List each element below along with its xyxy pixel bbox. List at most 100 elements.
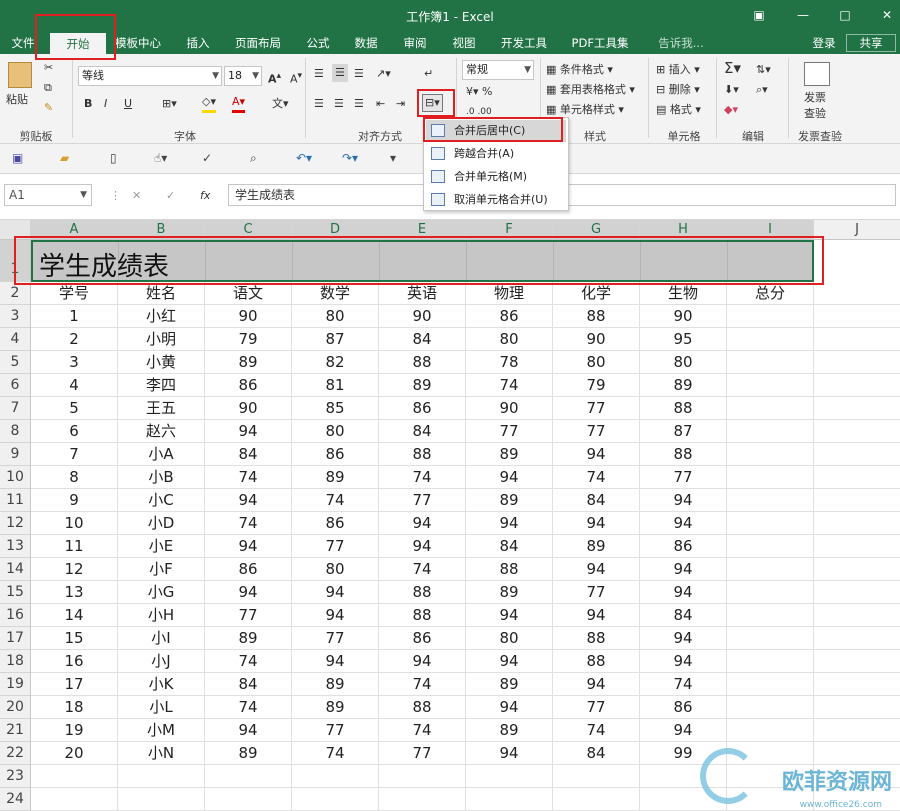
table-cell[interactable]: 94 xyxy=(466,742,553,765)
table-cell[interactable]: 88 xyxy=(379,443,466,466)
customize-qat-icon[interactable]: ▾ xyxy=(390,151,396,165)
row-header[interactable]: 23 xyxy=(0,765,31,788)
undo-icon[interactable]: ↶▾ xyxy=(296,151,312,165)
table-cell[interactable]: 94 xyxy=(205,420,292,443)
table-cell[interactable]: 82 xyxy=(292,351,379,374)
table-cell[interactable]: 89 xyxy=(205,627,292,650)
table-cell[interactable]: 80 xyxy=(292,420,379,443)
table-cell[interactable]: 86 xyxy=(640,696,727,719)
table-cell[interactable]: 84 xyxy=(553,742,640,765)
table-cell[interactable] xyxy=(814,489,900,512)
table-cell[interactable]: 94 xyxy=(379,535,466,558)
table-cell[interactable] xyxy=(727,374,814,397)
minimize-button[interactable]: — xyxy=(790,4,816,26)
table-cell[interactable]: 74 xyxy=(205,466,292,489)
table-cell[interactable]: 86 xyxy=(292,512,379,535)
currency-icon[interactable]: ¥▾ % xyxy=(466,84,492,100)
conditional-format-button[interactable]: ▦ 条件格式 ▾ xyxy=(546,62,613,78)
table-cell[interactable]: 74 xyxy=(640,673,727,696)
table-cell[interactable]: 89 xyxy=(466,489,553,512)
table-cell[interactable]: 学号 xyxy=(31,282,118,305)
table-cell[interactable]: 74 xyxy=(553,719,640,742)
table-cell[interactable]: 74 xyxy=(379,558,466,581)
row-header[interactable]: 15 xyxy=(0,581,31,604)
table-cell[interactable]: 95 xyxy=(640,328,727,351)
table-cell[interactable]: 94 xyxy=(553,604,640,627)
tell-me-search[interactable]: 告诉我... xyxy=(650,32,712,54)
maximize-button[interactable]: □ xyxy=(832,4,858,26)
table-cell[interactable]: 小M xyxy=(118,719,205,742)
table-cell[interactable]: 80 xyxy=(292,558,379,581)
table-cell[interactable]: 18 xyxy=(31,696,118,719)
table-cell[interactable]: 89 xyxy=(466,443,553,466)
table-cell[interactable]: 84 xyxy=(205,673,292,696)
table-cell[interactable] xyxy=(814,443,900,466)
table-cell[interactable]: 81 xyxy=(292,374,379,397)
table-cell[interactable]: 16 xyxy=(31,650,118,673)
table-cell[interactable] xyxy=(466,765,553,788)
table-cell[interactable] xyxy=(553,788,640,811)
paste-button[interactable]: 粘贴 xyxy=(6,92,28,108)
name-box[interactable]: A1 ▼ xyxy=(4,184,92,206)
row-header[interactable]: 22 xyxy=(0,742,31,765)
merge-across-item[interactable]: 跨越合并(A) xyxy=(426,143,566,165)
border-icon[interactable]: ⊞▾ xyxy=(162,96,177,112)
table-cell[interactable]: 94 xyxy=(640,558,727,581)
table-cell[interactable]: 语文 xyxy=(205,282,292,305)
insert-function-icon[interactable]: fx xyxy=(200,188,210,204)
table-cell[interactable]: 74 xyxy=(205,696,292,719)
table-cell[interactable]: 11 xyxy=(31,535,118,558)
table-cell[interactable]: 90 xyxy=(466,397,553,420)
align-bottom-icon[interactable]: ☰ xyxy=(354,66,364,82)
table-cell[interactable]: 94 xyxy=(379,650,466,673)
underline-button[interactable]: U xyxy=(124,96,132,112)
row-header[interactable]: 4 xyxy=(0,328,31,351)
table-cell[interactable]: 87 xyxy=(640,420,727,443)
table-cell[interactable]: 84 xyxy=(640,604,727,627)
table-cell[interactable]: 74 xyxy=(466,374,553,397)
table-cell[interactable]: 小L xyxy=(118,696,205,719)
table-cell[interactable]: 7 xyxy=(31,443,118,466)
table-cell[interactable]: 77 xyxy=(292,719,379,742)
table-cell[interactable]: 94 xyxy=(640,719,727,742)
table-cell[interactable]: 94 xyxy=(640,627,727,650)
invoice-check-icon[interactable] xyxy=(804,62,830,86)
table-cell[interactable]: 77 xyxy=(640,466,727,489)
table-cell[interactable] xyxy=(814,742,900,765)
table-cell[interactable]: 赵六 xyxy=(118,420,205,443)
table-cell[interactable]: 89 xyxy=(292,696,379,719)
table-cell[interactable] xyxy=(727,466,814,489)
table-cell[interactable]: 89 xyxy=(553,535,640,558)
table-cell[interactable]: 90 xyxy=(205,305,292,328)
row-header[interactable]: 3 xyxy=(0,305,31,328)
table-cell[interactable] xyxy=(814,420,900,443)
paste-icon[interactable] xyxy=(8,62,32,88)
increase-font-icon[interactable]: A▴ xyxy=(268,68,281,88)
table-cell[interactable]: 86 xyxy=(379,397,466,420)
row-header[interactable]: 12 xyxy=(0,512,31,535)
row-header[interactable]: 16 xyxy=(0,604,31,627)
table-cell[interactable]: 74 xyxy=(292,742,379,765)
table-cell[interactable] xyxy=(205,788,292,811)
table-cell[interactable]: 94 xyxy=(553,443,640,466)
table-cell[interactable]: 6 xyxy=(31,420,118,443)
row-header[interactable]: 18 xyxy=(0,650,31,673)
table-cell[interactable] xyxy=(379,765,466,788)
table-cell[interactable]: 84 xyxy=(379,420,466,443)
unmerge-cells-item[interactable]: 取消单元格合并(U) xyxy=(426,189,566,211)
login-link[interactable]: 登录 xyxy=(806,32,842,54)
table-cell[interactable] xyxy=(118,765,205,788)
tab-data[interactable]: 数据 xyxy=(348,32,384,54)
table-cell[interactable]: 姓名 xyxy=(118,282,205,305)
fill-color-icon[interactable]: ◇▾ xyxy=(202,94,216,113)
font-size-select[interactable]: 18 ▼ xyxy=(224,66,262,86)
table-cell[interactable]: 小G xyxy=(118,581,205,604)
spellcheck-icon[interactable]: ✓ xyxy=(202,151,212,165)
table-cell[interactable] xyxy=(727,719,814,742)
table-cell[interactable]: 94 xyxy=(466,466,553,489)
row-header[interactable]: 5 xyxy=(0,351,31,374)
table-cell[interactable]: 5 xyxy=(31,397,118,420)
tab-review[interactable]: 审阅 xyxy=(397,32,433,54)
table-cell[interactable]: 小红 xyxy=(118,305,205,328)
table-cell[interactable] xyxy=(727,535,814,558)
